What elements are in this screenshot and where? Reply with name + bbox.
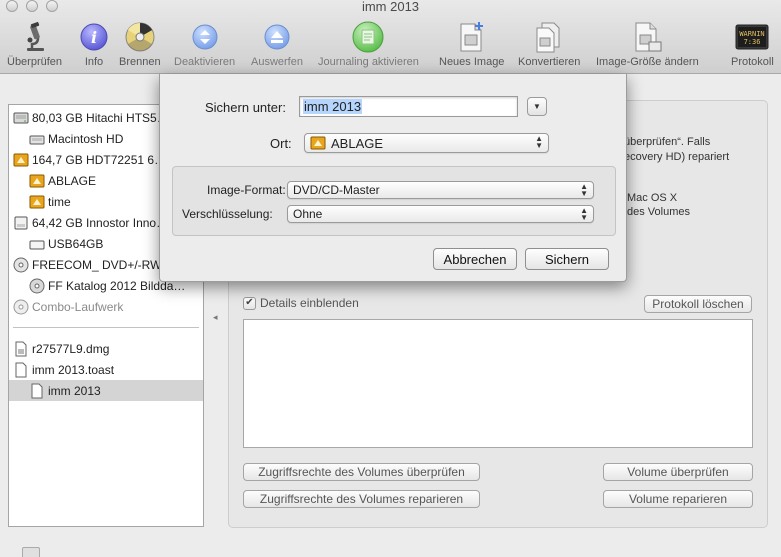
toolbar-resize-image[interactable]: Image-Größe ändern <box>596 20 699 68</box>
toolbar-unmount[interactable]: Deaktivieren <box>174 20 235 68</box>
location-popup[interactable]: ABLAGE ▲ ▼ <box>304 133 549 153</box>
image-format-value: DVD/CD-Master <box>293 183 380 197</box>
info-icon: i <box>80 20 108 54</box>
save-as-label: Sichern unter: <box>205 100 286 115</box>
microscope-icon <box>22 20 48 54</box>
dmg-file-icon <box>15 341 27 356</box>
location-value: ABLAGE <box>331 135 384 151</box>
sidebar-item-imm-2013[interactable]: imm 2013 <box>9 380 203 401</box>
unmount-icon <box>192 20 218 54</box>
convert-icon <box>534 20 564 54</box>
save-dialog: Sichern unter: imm 2013 ▼ Ort: ABLAGE ▲ ▼… <box>159 74 627 282</box>
save-button[interactable]: Sichern <box>525 248 609 270</box>
external-volume-icon <box>29 174 45 187</box>
popup-arrows-icon: ▲ ▼ <box>580 182 588 198</box>
popup-arrows-icon: ▲ ▼ <box>535 134 543 150</box>
save-as-field[interactable]: imm 2013 <box>299 96 518 117</box>
toolbar-convert[interactable]: Konvertieren <box>518 20 580 68</box>
window-title: imm 2013 <box>361 0 420 14</box>
new-image-icon <box>457 20 487 54</box>
title-bar: imm 2013 Überprüfen i Info Brennen Deakt… <box>0 0 781 74</box>
info-text-line: ecovery HD) repariert <box>624 151 730 163</box>
sidebar-item-combo-drive[interactable]: Combo-Laufwerk <box>9 296 203 317</box>
split-view-grip[interactable]: ◂ <box>213 312 218 323</box>
verify-permissions-button[interactable]: Zugriffsrechte des Volumes überprüfen <box>243 463 480 481</box>
sidebar-item-toast-image[interactable]: imm 2013.toast <box>9 359 203 380</box>
external-volume-icon <box>310 136 326 150</box>
details-checkbox-label: Details einblenden <box>260 296 359 310</box>
repair-volume-button[interactable]: Volume reparieren <box>603 490 753 508</box>
add-item-icon[interactable] <box>22 547 40 557</box>
location-label: Ort: <box>270 136 292 151</box>
popup-arrows-icon: ▲ ▼ <box>580 206 588 222</box>
external-disk-icon <box>13 153 29 166</box>
save-as-value: imm 2013 <box>303 99 363 114</box>
volume-icon <box>29 240 45 249</box>
chevron-down-icon: ▼ <box>533 102 541 111</box>
volume-icon <box>29 135 45 144</box>
volume-icon <box>31 383 43 398</box>
toolbar-new-image[interactable]: Neues Image <box>439 20 504 68</box>
sidebar-separator <box>13 327 199 328</box>
encryption-value: Ohne <box>293 207 323 221</box>
toolbar: Überprüfen i Info Brennen Deaktivieren A… <box>0 20 781 72</box>
cancel-button[interactable]: Abbrechen <box>433 248 517 270</box>
info-text-line: überprüfen“. Falls <box>624 136 711 148</box>
log-icon: WARNIN 7:36 <box>735 20 769 54</box>
log-output-area[interactable] <box>243 319 753 448</box>
image-format-popup[interactable]: DVD/CD-Master ▲ ▼ <box>287 181 594 199</box>
details-checkbox[interactable]: ✔ <box>243 296 256 310</box>
resize-image-icon <box>631 20 663 54</box>
info-text-line: Mac OS X <box>627 192 678 204</box>
internal-disk-icon <box>13 112 29 123</box>
svg-text:7:36: 7:36 <box>744 38 761 46</box>
expand-dialog-button[interactable]: ▼ <box>527 97 547 116</box>
optical-drive-icon <box>13 257 29 272</box>
disc-icon <box>29 278 45 293</box>
clear-log-button[interactable]: Protokoll löschen <box>644 295 752 313</box>
svg-text:WARNIN: WARNIN <box>740 30 765 38</box>
details-checkbox-row[interactable]: ✔ Details einblenden <box>243 296 359 310</box>
toolbar-journaling[interactable]: Journaling aktivieren <box>318 20 419 68</box>
optical-drive-icon <box>13 299 29 314</box>
svg-text:i: i <box>91 28 97 47</box>
disk-image-icon <box>15 362 27 377</box>
eject-icon <box>264 20 290 54</box>
repair-permissions-button[interactable]: Zugriffsrechte des Volumes reparieren <box>243 490 480 508</box>
toolbar-eject[interactable]: Auswerfen <box>251 20 303 68</box>
info-text-line: des Volumes <box>627 206 690 218</box>
usb-disk-icon <box>14 216 28 229</box>
toolbar-burn[interactable]: Brennen <box>119 20 161 68</box>
journaling-icon <box>352 20 384 54</box>
image-options-group: Image-Format: DVD/CD-Master ▲ ▼ Verschlüs… <box>172 166 616 236</box>
encryption-label: Verschlüsselung: <box>182 207 273 221</box>
verify-volume-button[interactable]: Volume überprüfen <box>603 463 753 481</box>
burn-icon <box>125 20 155 54</box>
external-volume-icon <box>29 195 45 208</box>
toolbar-info[interactable]: i Info <box>80 20 108 68</box>
image-format-label: Image-Format: <box>207 183 286 197</box>
sidebar-item-dmg-file[interactable]: r27577L9.dmg <box>9 338 203 359</box>
encryption-popup[interactable]: Ohne ▲ ▼ <box>287 205 594 223</box>
toolbar-verify[interactable]: Überprüfen <box>7 20 62 68</box>
toolbar-log[interactable]: WARNIN 7:36 Protokoll <box>731 20 774 68</box>
